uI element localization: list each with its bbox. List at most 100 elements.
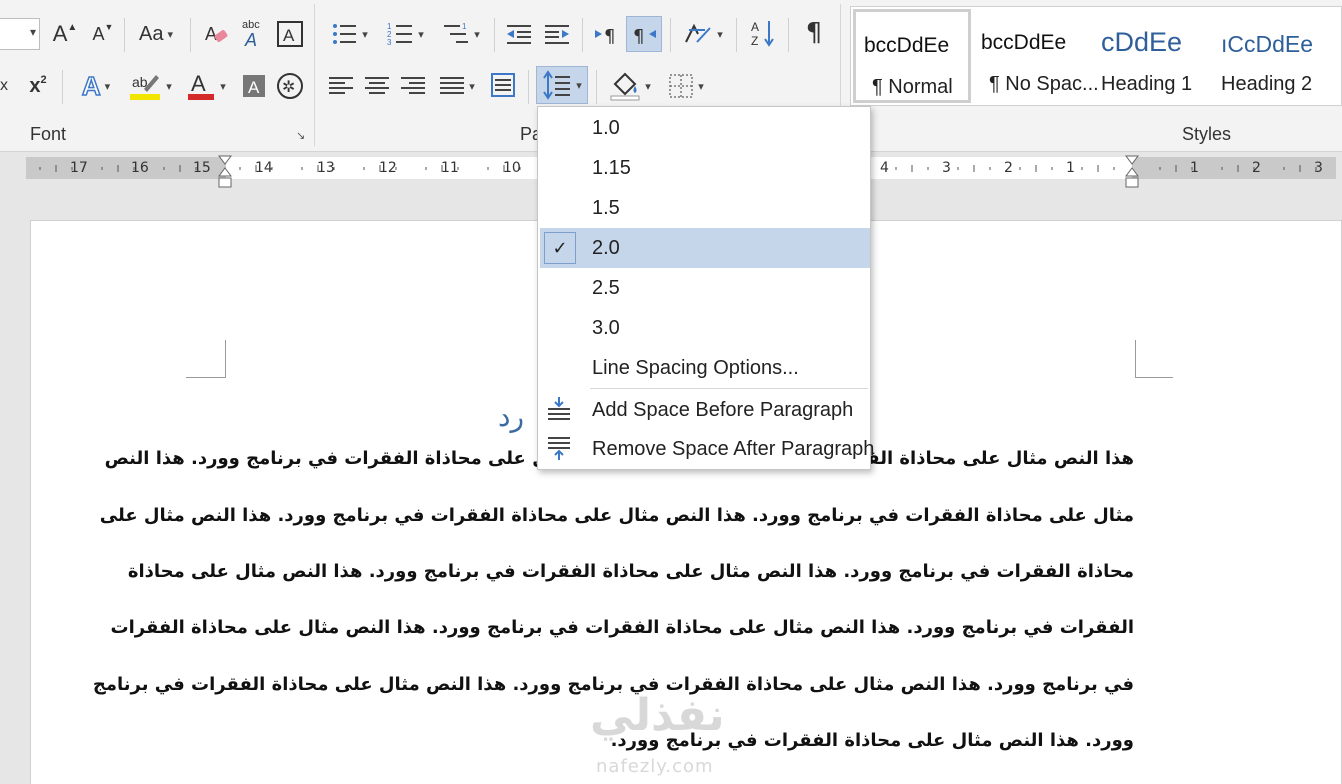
align-center-button[interactable] [360,70,394,102]
rtl-direction-button[interactable]: ¶ [626,16,662,52]
numbering-button[interactable]: 1 2 3 ▾ [380,18,430,50]
style-no-spacing[interactable]: bccDdEe ¶ No Spac... [973,9,1099,103]
chevron-down-icon: ▾ [104,80,111,93]
pilcrow-icon: ¶ [805,18,823,48]
menu-item-line-spacing-options[interactable]: Line Spacing Options... [540,348,870,388]
text-effects-button[interactable]: A ▾ [72,70,120,102]
superscript-icon: x [29,74,41,97]
svg-text:A: A [283,26,295,45]
borders-button[interactable]: ▾ [660,70,712,102]
increase-indent-button[interactable] [540,18,574,50]
superscript-button[interactable]: x2 [22,70,54,102]
menu-item-add-space-before[interactable]: Add Space Before Paragraph [540,390,870,430]
svg-text:✲: ✲ [282,77,295,96]
show-hide-marks-button[interactable]: ¶ [798,16,830,50]
ltr-direction-button[interactable]: ¶ [590,18,624,50]
style-name: ¶ Normal [872,76,953,98]
chevron-down-icon: ▾ [362,28,368,41]
font-size-combobox[interactable]: ▾ [0,18,40,50]
separator [190,18,191,52]
style-normal[interactable]: bccDdEe ¶ Normal [853,9,971,103]
decrease-indent-button[interactable] [502,18,536,50]
align-left-button[interactable] [324,70,358,102]
menu-item-remove-space-after[interactable]: Remove Space After Paragraph [540,429,874,469]
crop-mark [1135,340,1173,378]
menu-item-spacing-1-0[interactable]: 1.0 [540,108,870,148]
ruler-number: 2 [1252,160,1261,176]
crop-mark [186,340,226,378]
menu-item-spacing-2-5[interactable]: 2.5 [540,268,870,308]
style-sample: bccDdEe [864,34,950,57]
menu-item-spacing-3-0[interactable]: 3.0 [540,308,870,348]
shading-button[interactable]: ▾ [604,68,656,104]
bullet-list-icon [333,24,357,44]
menu-item-spacing-1-15[interactable]: 1.15 [540,148,870,188]
ruler-number: 16 [131,160,149,176]
font-dialog-launcher-icon[interactable]: ↘ [296,129,305,142]
sort-button[interactable]: AZ [746,16,780,50]
document-heading: رد [498,400,524,433]
multilevel-list-button[interactable]: 1 ▾ [436,18,486,50]
style-heading-1[interactable]: cDdEe Heading 1 [1093,9,1211,103]
menu-item-spacing-1-5[interactable]: 1.5 [540,188,870,228]
sort-icon: AZ [751,20,774,48]
watermark: نفذلي nafezly.com [590,690,725,777]
text-effects-icon: A [81,70,101,102]
justify-icon [440,77,465,94]
highlight-button[interactable]: ab ▾ [124,68,176,104]
style-heading-2[interactable]: ıCcDdEe Heading 2 [1213,9,1331,103]
grow-font-button[interactable]: A ▲ [50,18,80,50]
style-name: ¶ No Spac... [989,73,1099,95]
distributed-button[interactable] [486,68,520,102]
distributed-icon [491,73,515,97]
character-border-button[interactable]: A [274,18,306,50]
character-shading-button[interactable]: A [238,70,270,102]
phonetic-guide-icon: abcA [242,19,260,49]
font-color-button[interactable]: A ▾ [180,68,232,104]
document-line: مثال على محاذاة الفقرات في برنامج وورد. … [99,505,1134,526]
subscript-button[interactable]: x [0,70,14,102]
checkmark-icon: ✓ [544,232,576,264]
style-name: Heading 2 [1221,73,1313,95]
asian-layout-button[interactable]: ▾ [678,18,728,50]
style-name: Heading 1 [1101,73,1193,95]
enclose-characters-button[interactable]: ✲ [274,70,306,102]
right-indent-marker[interactable] [1125,155,1139,189]
ruler-number: 10 [503,160,521,176]
style-sample: bccDdEe [981,31,1067,54]
line-spacing-button[interactable]: ▾ [536,66,588,104]
align-right-button[interactable] [396,70,430,102]
menu-item-label: 2.5 [592,277,620,299]
left-indent-marker[interactable] [218,155,232,189]
separator [62,70,63,104]
grow-font-icon: A [52,21,68,46]
add-space-before-icon [548,397,570,420]
chevron-down-icon: ▾ [167,28,173,41]
ruler-number: 11 [441,160,459,176]
chevron-down-icon: ▾ [474,28,480,41]
bullets-button[interactable]: ▾ [324,18,374,50]
change-case-button[interactable]: Aa ▾ [132,18,180,50]
multilevel-list-icon: 1 [444,22,469,43]
menu-item-label: 1.0 [592,117,620,139]
character-shading-icon: A [243,75,265,97]
chevron-down-icon: ▾ [220,80,226,93]
menu-item-spacing-2-0[interactable]: ✓ 2.0 [540,228,870,268]
clear-formatting-button[interactable]: A [200,18,234,50]
borders-icon [669,74,693,98]
font-group-label: Font [30,124,67,144]
line-spacing-icon [543,70,571,100]
phonetic-guide-button[interactable]: abc A [238,16,270,50]
eraser-icon: A [205,24,228,44]
menu-item-label: Add Space Before Paragraph [592,399,854,421]
align-center-icon [365,77,389,94]
chevron-down-icon: ▾ [166,80,172,93]
shrink-font-button[interactable]: A ▼ [88,18,118,50]
justify-button[interactable]: ▾ [432,70,482,102]
separator [494,18,495,52]
ruler-number: 1 [1190,160,1199,176]
watermark-url: nafezly.com [596,756,714,777]
svg-text:¶: ¶ [604,26,615,47]
menu-item-label: 1.15 [592,157,631,179]
chevron-down-icon[interactable]: ▾ [30,25,36,39]
